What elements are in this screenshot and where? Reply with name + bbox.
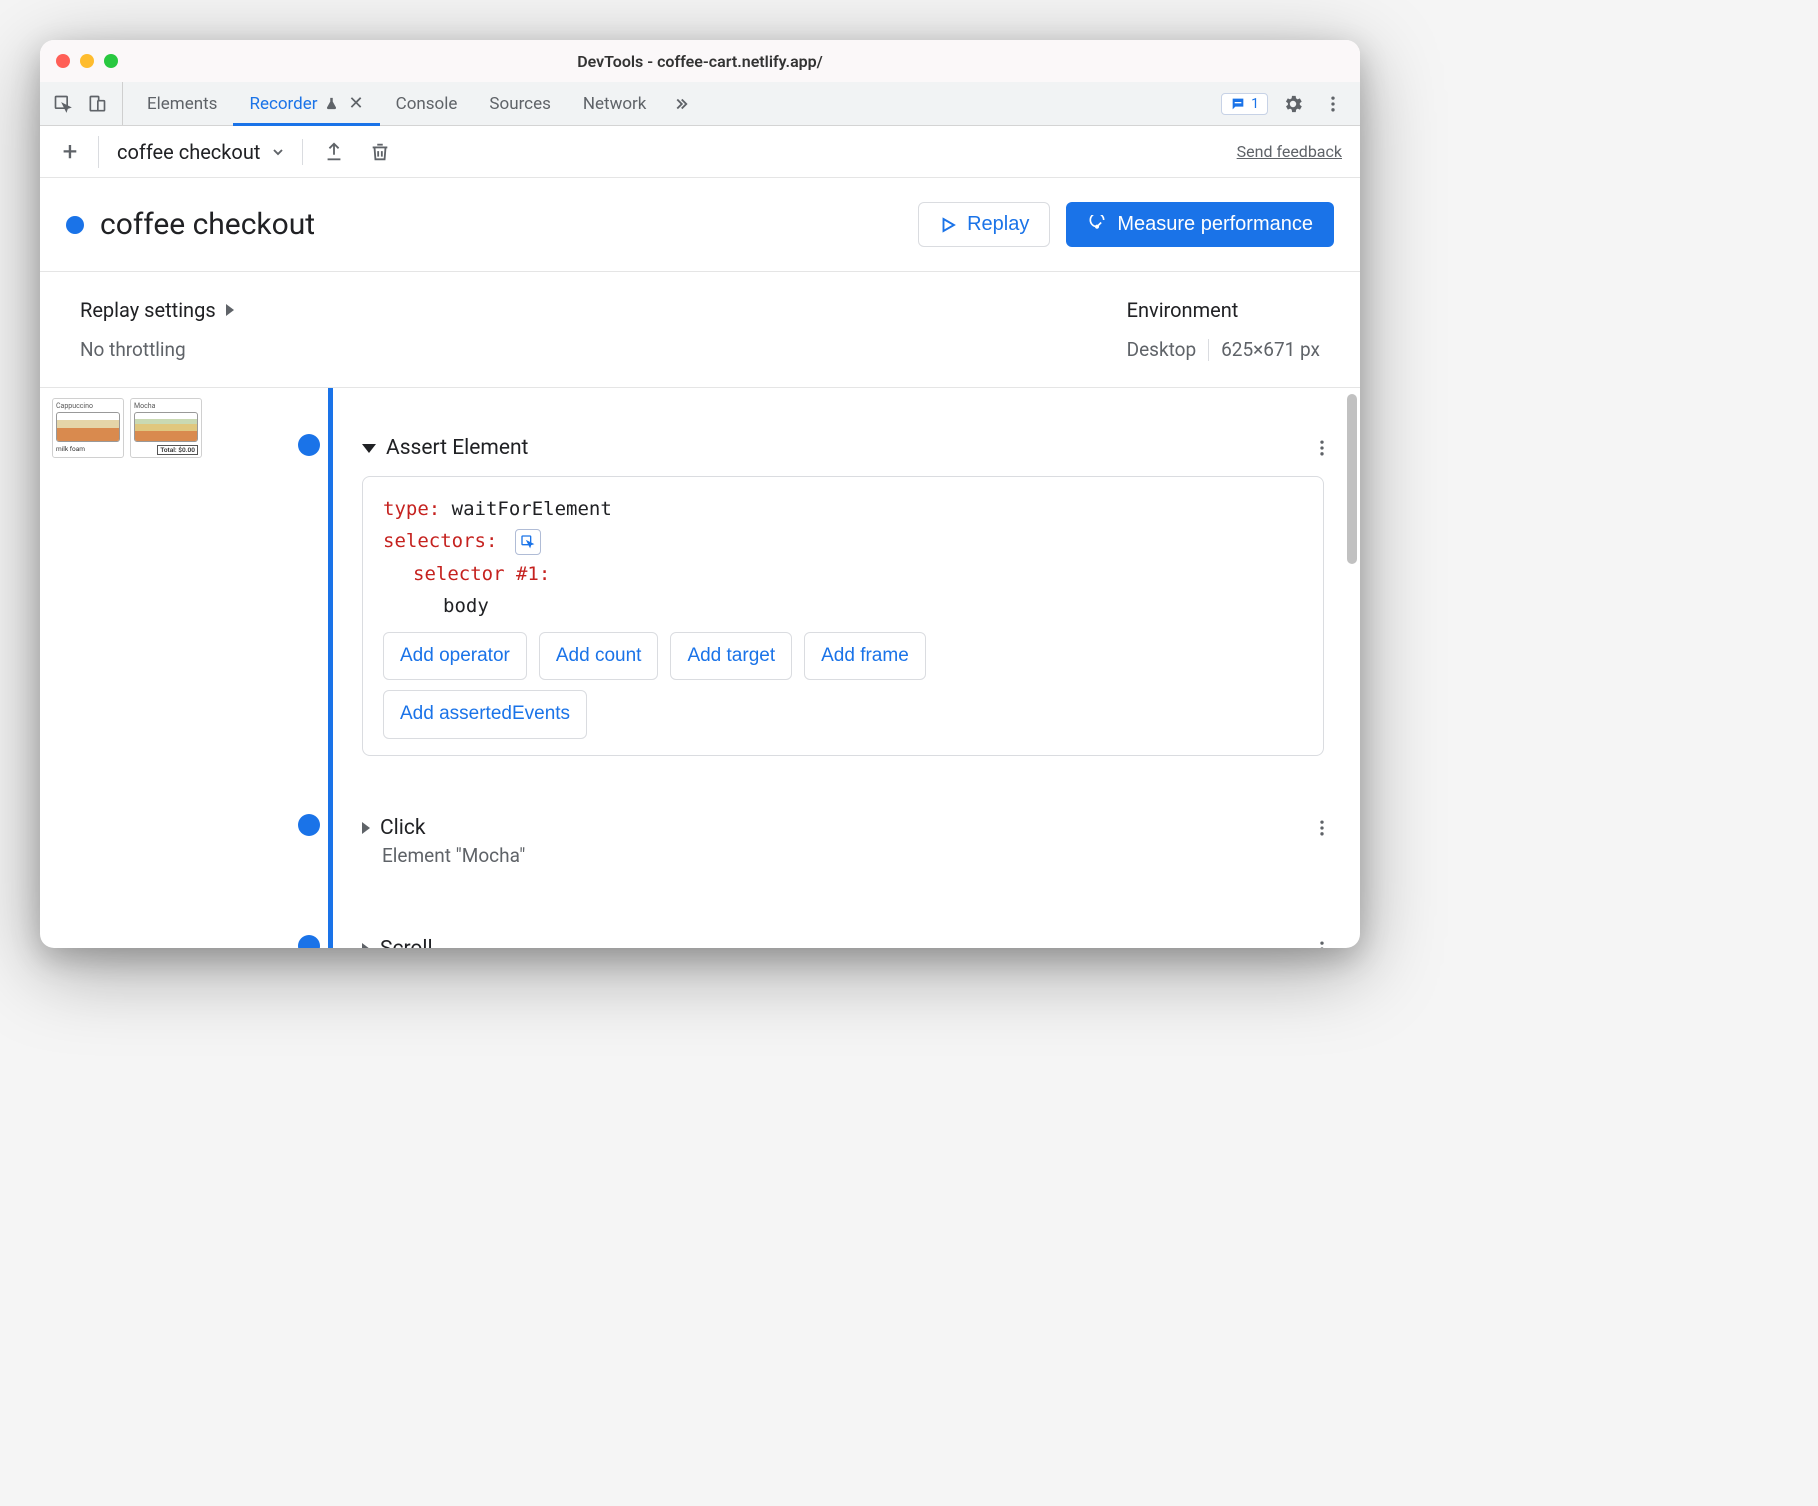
delete-icon[interactable] (365, 137, 395, 167)
chevron-right-icon (226, 304, 234, 316)
step-more-icon[interactable] (1312, 818, 1332, 838)
tab-label: Recorder (249, 94, 317, 114)
settings-row: Replay settings No throttling Environmen… (40, 272, 1360, 388)
key-selector-1: selector #1 (413, 563, 539, 585)
tab-console[interactable]: Console (380, 82, 474, 125)
step-header[interactable]: Click (362, 816, 1332, 840)
divider (302, 139, 303, 165)
key-type: type (383, 498, 429, 520)
tab-label: Network (583, 94, 647, 114)
timeline-line (328, 388, 333, 948)
step-marker-icon (298, 814, 320, 836)
flask-icon (324, 96, 339, 111)
step-assert-element: Assert Element type: waitForElement sele… (350, 426, 1360, 766)
tab-label: Console (396, 94, 458, 114)
thumb-title: Cappuccino (56, 402, 120, 410)
export-icon[interactable] (319, 137, 349, 167)
maximize-window-icon[interactable] (104, 54, 118, 68)
recording-name: coffee checkout (117, 140, 260, 164)
add-operator-button[interactable]: Add operator (383, 632, 527, 680)
flow-title: coffee checkout (100, 207, 315, 242)
key-selectors: selectors (383, 530, 486, 552)
chevron-right-icon (362, 822, 370, 834)
add-frame-button[interactable]: Add frame (804, 632, 926, 680)
environment-label: Environment (1127, 298, 1320, 322)
tab-network[interactable]: Network (567, 82, 663, 125)
chevron-right-icon (362, 943, 370, 948)
measure-performance-button[interactable]: Measure performance (1066, 202, 1334, 247)
thumb-title: Mocha (134, 402, 198, 410)
step-marker-icon (298, 434, 320, 456)
step-header[interactable]: Assert Element (362, 436, 1332, 460)
tab-label: Elements (147, 94, 217, 114)
step-more-icon[interactable] (1312, 438, 1332, 458)
flow-header: coffee checkout Replay Measure performan… (40, 178, 1360, 272)
dimensions-value: 625×671 px (1221, 338, 1320, 361)
value-type[interactable]: waitForElement (452, 498, 612, 520)
step-thumbnails: Cappuccino milk foam Mocha Total: $0.00 (40, 388, 240, 948)
tab-elements[interactable]: Elements (131, 82, 233, 125)
measure-button-label: Measure performance (1117, 213, 1313, 236)
screenshot-thumbnail[interactable]: Cappuccino milk foam (52, 398, 124, 458)
step-more-icon[interactable] (1312, 939, 1332, 948)
chat-icon (1230, 96, 1246, 112)
timeline: Assert Element type: waitForElement sele… (240, 388, 1360, 948)
replay-settings-toggle[interactable]: Replay settings (80, 298, 1127, 322)
replay-button[interactable]: Replay (918, 202, 1050, 247)
selector-value[interactable]: body (443, 595, 489, 617)
screenshot-thumbnail[interactable]: Mocha Total: $0.00 (130, 398, 202, 458)
device-value: Desktop (1127, 338, 1197, 361)
window-controls (56, 54, 118, 68)
tab-sources[interactable]: Sources (473, 82, 566, 125)
tab-recorder[interactable]: Recorder ✕ (233, 82, 379, 125)
panel-tabs: Elements Recorder ✕ Console Sources Netw… (40, 82, 1360, 126)
step-header[interactable]: Scroll (362, 937, 1332, 948)
replay-button-label: Replay (967, 213, 1029, 236)
divider (1208, 339, 1209, 361)
step-click: Click Element "Mocha" (350, 806, 1360, 877)
issues-chip[interactable]: 1 (1221, 93, 1268, 115)
step-scroll: Scroll (350, 927, 1360, 948)
recorder-body: Cappuccino milk foam Mocha Total: $0.00 … (40, 388, 1360, 948)
status-dot-icon (66, 216, 84, 234)
device-toolbar-icon[interactable] (82, 89, 112, 119)
recorder-toolbar: + coffee checkout Send feedback (40, 126, 1360, 178)
titlebar: DevTools - coffee-cart.netlify.app/ (40, 40, 1360, 82)
chevron-down-icon (270, 144, 286, 160)
step-detail-panel: type: waitForElement selectors: selector… (362, 476, 1324, 756)
throttling-value: No throttling (80, 338, 1127, 361)
close-tab-icon[interactable]: ✕ (349, 93, 364, 114)
close-window-icon[interactable] (56, 54, 70, 68)
add-target-button[interactable]: Add target (670, 632, 792, 680)
recording-selector[interactable]: coffee checkout (98, 136, 286, 168)
more-tabs[interactable] (662, 82, 700, 125)
tab-label: Sources (489, 94, 550, 114)
pick-selector-icon[interactable] (515, 529, 541, 555)
inspect-element-icon[interactable] (48, 89, 78, 119)
settings-icon[interactable] (1278, 89, 1308, 119)
step-subtitle: Element "Mocha" (382, 844, 1332, 867)
minimize-window-icon[interactable] (80, 54, 94, 68)
new-recording-button[interactable]: + (58, 137, 82, 167)
gauge-icon (1087, 215, 1107, 235)
add-count-button[interactable]: Add count (539, 632, 659, 680)
chevron-down-icon (362, 444, 376, 453)
devtools-window: DevTools - coffee-cart.netlify.app/ Elem… (40, 40, 1360, 948)
step-title: Assert Element (386, 436, 528, 460)
issues-count: 1 (1251, 96, 1259, 112)
replay-settings-label: Replay settings (80, 298, 216, 322)
chevrons-right-icon (672, 95, 690, 113)
window-title: DevTools - coffee-cart.netlify.app/ (40, 52, 1360, 71)
step-title: Scroll (380, 937, 433, 948)
play-icon (939, 216, 957, 234)
send-feedback-link[interactable]: Send feedback (1237, 142, 1342, 161)
step-marker-icon (298, 935, 320, 948)
add-asserted-events-button[interactable]: Add assertedEvents (383, 690, 587, 738)
step-title: Click (380, 816, 426, 840)
more-menu-icon[interactable] (1318, 89, 1348, 119)
